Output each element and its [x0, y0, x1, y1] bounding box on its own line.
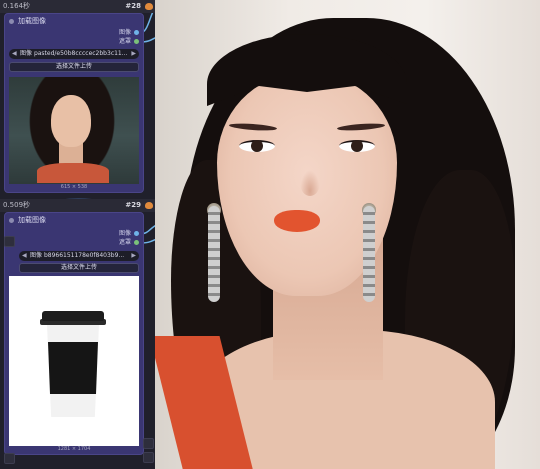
combo-value: b8966151178e0f8403b9... [43, 252, 125, 259]
combo-label: 图像 [30, 252, 43, 259]
output-image-label: 图像 [118, 230, 131, 237]
node1-image-combo[interactable]: ◀ 图像 pasted/e50b8ccccec2bb3c11... ▶ [9, 49, 139, 59]
node1-upload-button[interactable]: 选择文件上传 [9, 62, 139, 72]
combo-label: 图像 [20, 50, 33, 57]
node2-image-size: 1281 × 1704 [57, 446, 91, 452]
image-port-icon[interactable] [134, 231, 139, 236]
node-graph-canvas[interactable]: 0.164秒 #28 加载图像 图像 遮罩 ◀ 图像 pasted/e50b8c… [0, 0, 155, 469]
canvas-tool-button[interactable] [4, 453, 15, 464]
node2-title-text: 加载图像 [18, 216, 46, 224]
output-mask-label: 遮罩 [118, 38, 131, 45]
node2-output-mask[interactable]: 遮罩 [119, 239, 139, 247]
node2-title[interactable]: 加载图像 [9, 215, 46, 226]
combo-value: pasted/e50b8ccccec2bb3c11... [33, 50, 128, 57]
node-dot-icon[interactable] [9, 18, 14, 24]
arrow-left-icon[interactable]: ◀ [12, 49, 17, 59]
load-image-node-2[interactable]: 加载图像 图像 遮罩 ◀ 图像 b8966151178e0f8403b9... … [4, 212, 144, 455]
image-port-icon[interactable] [134, 30, 139, 35]
canvas-tool-button[interactable] [143, 438, 154, 449]
mask-port-icon[interactable] [134, 39, 139, 44]
arrow-left-icon[interactable]: ◀ [22, 251, 27, 261]
mask-port-icon[interactable] [134, 240, 139, 245]
node1-output-mask[interactable]: 遮罩 [119, 38, 139, 46]
node-dot-icon[interactable] [9, 217, 14, 223]
output-image-label: 图像 [118, 29, 131, 36]
node1-exec-time: 0.164秒 #28 [0, 0, 155, 13]
node2-image-combo[interactable]: ◀ 图像 b8966151178e0f8403b9... ▶ [19, 251, 139, 261]
node2-image-preview [9, 276, 139, 446]
node2-exec-time: 0.509秒 #29 [0, 199, 155, 212]
arrow-right-icon[interactable]: ▶ [131, 251, 136, 261]
node2-id: #29 [125, 201, 141, 209]
node1-image-preview [9, 77, 139, 184]
node1-id: #28 [125, 2, 141, 10]
output-image-viewer [155, 0, 540, 469]
node2-upload-button[interactable]: 选择文件上传 [19, 263, 139, 273]
load-image-node-1[interactable]: 加载图像 图像 遮罩 ◀ 图像 pasted/e50b8ccccec2bb3c1… [4, 13, 144, 193]
node1-output-image[interactable]: 图像 [119, 29, 139, 37]
node1-title[interactable]: 加载图像 [9, 16, 46, 27]
node1-time-text: 0.164秒 [3, 2, 31, 10]
node-toggle-button[interactable] [4, 236, 15, 247]
fox-icon [145, 202, 153, 209]
fox-icon [145, 3, 153, 10]
node2-time-text: 0.509秒 [3, 201, 31, 209]
node2-output-image[interactable]: 图像 [119, 230, 139, 238]
output-mask-label: 遮罩 [118, 239, 131, 246]
node1-title-text: 加载图像 [18, 17, 46, 25]
node1-image-size: 615 × 538 [60, 184, 88, 190]
arrow-right-icon[interactable]: ▶ [131, 49, 136, 59]
canvas-tool-button[interactable] [143, 452, 154, 463]
